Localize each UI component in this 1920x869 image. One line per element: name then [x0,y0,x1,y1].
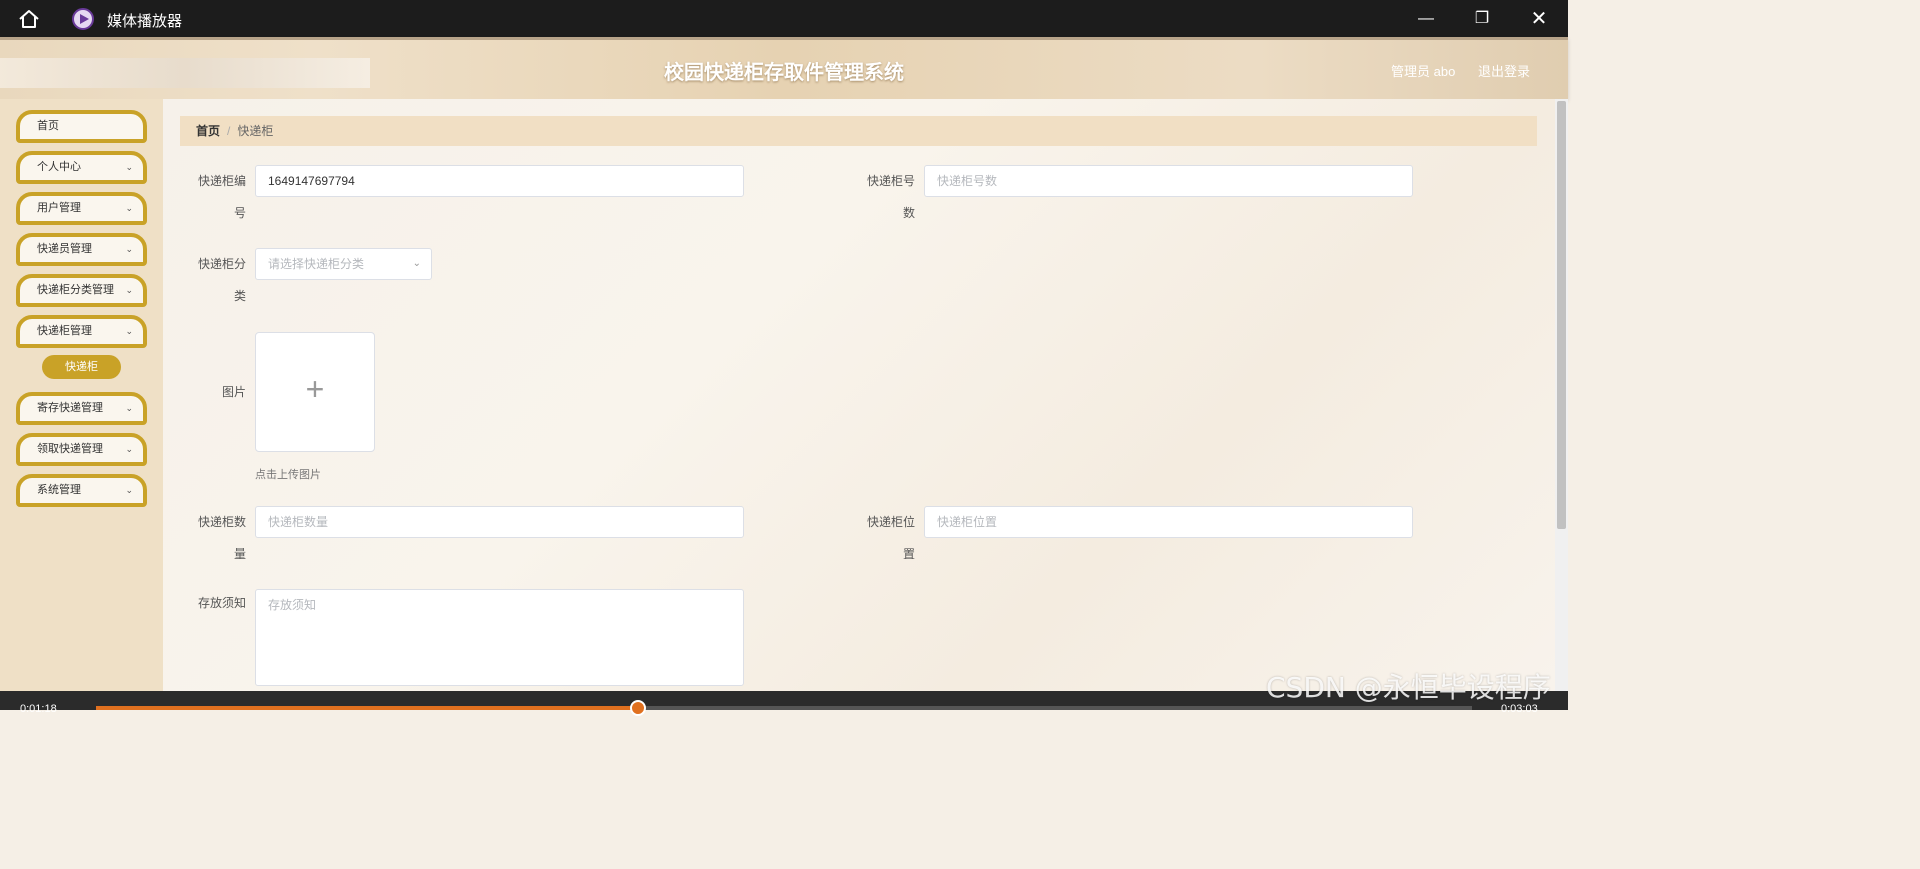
sidebar-item-home[interactable]: 首页 [16,110,147,143]
sidebar-item-cabinet-management[interactable]: 快递柜管理 ⌄ [16,315,147,348]
sidebar-item-label: 快递员管理 [37,243,92,255]
current-user-label: 管理员 abo [1391,64,1456,79]
seek-handle[interactable] [630,700,647,716]
sidebar-item-couriers[interactable]: 快递员管理 ⌄ [16,233,147,266]
slot-count-label-cont: 数 [902,206,915,220]
chevron-down-icon: ⌄ [125,485,133,495]
plus-icon: + [305,371,325,407]
home-icon[interactable] [18,9,40,29]
chevron-down-icon: ⌄ [125,244,133,254]
cabinet-no-field[interactable]: 1649147697794 [255,165,744,197]
slot-count-field[interactable]: 快递柜号数 [924,165,1413,197]
quantity-field[interactable]: 快递柜数量 [255,506,744,538]
sidebar-item-label: 个人中心 [37,161,81,173]
location-field[interactable]: 快递柜位置 [924,506,1413,538]
sidebar-item-label: 寄存快递管理 [37,402,103,414]
seek-progress [96,706,639,710]
sidebar-item-profile[interactable]: 个人中心 ⌄ [16,151,147,184]
quantity-label-cont: 量 [233,547,246,561]
sidebar-item-system[interactable]: 系统管理 ⌄ [16,474,147,507]
slot-count-label: 快递柜号 [866,174,915,188]
category-label-cont: 类 [233,289,246,303]
breadcrumb: 首页 / 快递柜 [180,116,1537,146]
page-scrollbar[interactable] [1555,99,1568,691]
category-select-placeholder: 请选择快递柜分类 [268,257,365,271]
sidebar-item-label: 用户管理 [37,202,81,214]
sidebar-item-label: 系统管理 [37,484,81,496]
watermark: CSDN @永恒毕设程序 [1266,671,1551,704]
sidebar-item-deposit[interactable]: 寄存快递管理 ⌄ [16,392,147,425]
seek-bar[interactable] [96,700,1472,716]
notice-textarea[interactable]: 存放须知 [255,589,744,686]
chevron-down-icon: ⌄ [412,258,421,269]
scrollbar-thumb[interactable] [1557,101,1566,529]
upload-tip: 点击上传图片 [255,469,321,481]
sidebar-item-label: 快递柜分类管理 [37,284,114,296]
category-select[interactable]: 请选择快递柜分类 ⌄ [255,248,432,280]
elapsed-time: 0:01:18 [20,703,57,715]
sidebar: 首页 个人中心 ⌄ 用户管理 ⌄ 快递员管理 ⌄ 快递柜分类管理 ⌄ 快递柜管理… [0,99,163,691]
app-header: 校园快递柜存取件管理系统 管理员 abo 退出登录 [0,37,1568,99]
sidebar-item-cabinet-categories[interactable]: 快递柜分类管理 ⌄ [16,274,147,307]
chevron-down-icon: ⌄ [125,285,133,295]
location-label-cont: 置 [902,547,915,561]
chevron-down-icon: ⌄ [125,162,133,172]
image-label: 图片 [221,385,246,399]
sidebar-item-label: 领取快递管理 [37,443,103,455]
sidebar-item-label: 快递柜管理 [37,325,92,337]
sidebar-item-users[interactable]: 用户管理 ⌄ [16,192,147,225]
cabinet-no-label: 快递柜编 [197,174,246,188]
system-title: 校园快递柜存取件管理系统 [664,62,904,84]
breadcrumb-separator: / [227,124,231,138]
notice-label: 存放须知 [197,596,246,610]
chevron-down-icon: ⌄ [125,203,133,213]
player-titlebar: 媒体播放器 — ❐ ✕ [0,0,1568,37]
image-upload[interactable]: + [255,332,375,452]
minimize-button[interactable]: — [1406,6,1446,32]
media-player-logo-icon [72,8,94,30]
logout-link[interactable]: 退出登录 [1478,61,1530,80]
cabinet-no-label-cont: 号 [233,206,246,220]
category-label: 快递柜分 [197,257,246,271]
sidebar-subitem-cabinet[interactable]: 快递柜 [42,355,121,379]
breadcrumb-current: 快递柜 [237,124,274,138]
breadcrumb-home[interactable]: 首页 [196,124,220,138]
location-label: 快递柜位 [866,515,915,529]
quantity-label: 快递柜数 [197,515,246,529]
sidebar-item-label: 首页 [37,120,59,132]
close-button[interactable]: ✕ [1519,6,1559,32]
sidebar-item-pickup[interactable]: 领取快递管理 ⌄ [16,433,147,466]
restore-button[interactable]: ❐ [1462,6,1502,32]
chevron-down-icon: ⌄ [125,326,133,336]
main-content: 首页 / 快递柜 快递柜编 号 1649147697794 快递柜号 数 快递柜号数… [163,99,1555,691]
chevron-down-icon: ⌄ [125,403,133,413]
chevron-down-icon: ⌄ [125,444,133,454]
window-title: 媒体播放器 [107,13,183,30]
